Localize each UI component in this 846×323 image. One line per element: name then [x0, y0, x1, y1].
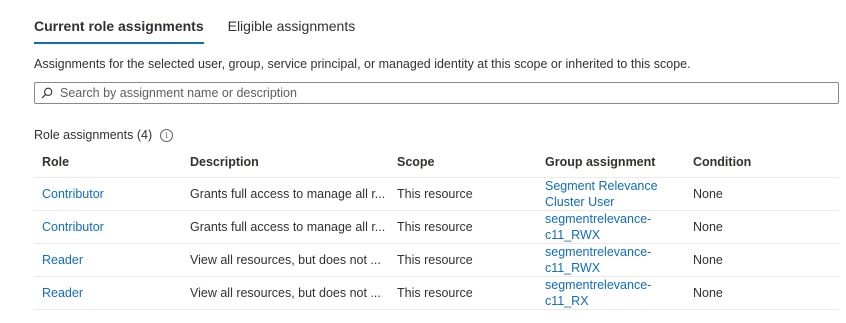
table-row: Contributor Grants full access to manage…: [34, 177, 839, 211]
table-row: Reader View all resources, but does not …: [34, 276, 839, 310]
role-link[interactable]: Contributor: [42, 187, 104, 201]
group-assignment-link[interactable]: segmentrelevance-c11_RX: [545, 277, 685, 309]
role-assignments-count: Role assignments (4) i: [34, 128, 174, 142]
info-icon[interactable]: i: [160, 128, 174, 142]
role-link[interactable]: Reader: [42, 286, 83, 300]
role-assignments-table: Role Description Scope Group assignment …: [34, 147, 839, 310]
column-header-condition[interactable]: Condition: [685, 147, 839, 178]
condition-cell: None: [685, 210, 839, 244]
role-description: Grants full access to manage all r...: [182, 177, 389, 211]
group-assignment-link[interactable]: segmentrelevance-c11_RWX: [545, 244, 685, 276]
tab-eligible-assignments[interactable]: Eligible assignments: [228, 16, 356, 42]
scope-cell: This resource: [389, 210, 537, 244]
role-description: View all resources, but does not ...: [182, 243, 389, 277]
condition-cell: None: [685, 243, 839, 277]
search-input[interactable]: [60, 84, 838, 102]
condition-cell: None: [685, 276, 839, 310]
condition-cell: None: [685, 177, 839, 211]
scope-cell: This resource: [389, 276, 537, 310]
role-description: Grants full access to manage all r...: [182, 210, 389, 244]
role-description: View all resources, but does not ...: [182, 276, 389, 310]
assignments-description: Assignments for the selected user, group…: [34, 57, 691, 71]
search-icon: [40, 86, 54, 100]
scope-cell: This resource: [389, 177, 537, 211]
scope-cell: This resource: [389, 243, 537, 277]
group-assignment-link[interactable]: Segment Relevance Cluster User: [545, 179, 685, 210]
column-header-role[interactable]: Role: [34, 147, 182, 178]
table-row: Reader View all resources, but does not …: [34, 243, 839, 277]
tab-list: Current role assignments Eligible assign…: [34, 16, 379, 44]
role-link[interactable]: Contributor: [42, 220, 104, 234]
tab-current-role-assignments[interactable]: Current role assignments: [34, 16, 204, 44]
role-assignments-label: Role assignments (4): [34, 128, 153, 142]
role-link[interactable]: Reader: [42, 253, 83, 267]
column-header-scope[interactable]: Scope: [389, 147, 537, 178]
group-assignment-link[interactable]: segmentrelevance-c11_RWX: [545, 211, 685, 243]
search-box[interactable]: [34, 82, 839, 104]
column-header-group-assignment[interactable]: Group assignment: [537, 147, 685, 178]
column-header-description[interactable]: Description: [182, 147, 389, 178]
table-row: Contributor Grants full access to manage…: [34, 210, 839, 244]
table-header-row: Role Description Scope Group assignment …: [34, 147, 839, 178]
